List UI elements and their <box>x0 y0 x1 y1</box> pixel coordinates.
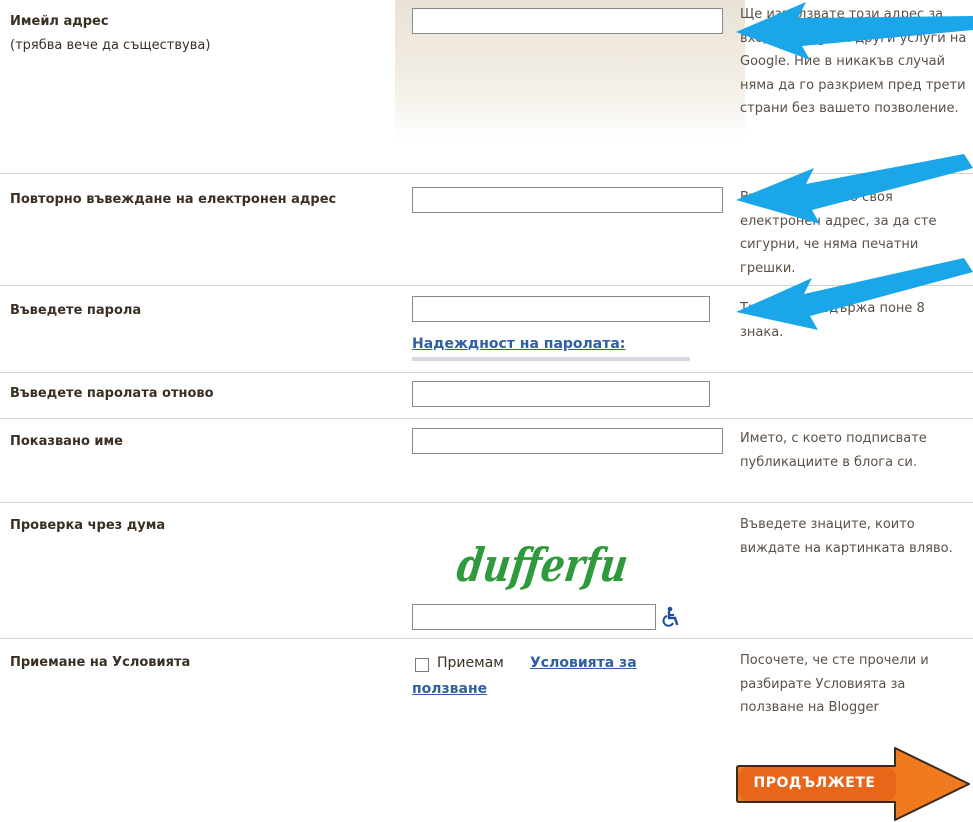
password-confirm-label: Въведете паролата отново <box>10 386 214 401</box>
password-confirm-field[interactable] <box>412 381 710 407</box>
display-name-help: Името, с което подписвате публикациите в… <box>740 431 927 470</box>
terms-label: Приемане на Условията <box>10 655 191 670</box>
terms-link-line2[interactable]: ползване <box>412 681 487 697</box>
word-verification-label: Проверка чрез дума <box>10 518 166 533</box>
password-field[interactable] <box>412 296 710 322</box>
word-verification-help: Въведете знаците, които виждате на карти… <box>740 517 953 556</box>
wheelchair-icon[interactable] <box>661 606 681 628</box>
annotation-arrow-icon <box>736 2 973 60</box>
annotation-arrow-icon <box>736 258 973 330</box>
display-name-label: Показвано име <box>10 434 123 449</box>
divider <box>0 502 973 503</box>
email-field[interactable] <box>412 8 723 34</box>
email-label: Имейл адрес <box>10 14 109 29</box>
email-confirm-field[interactable] <box>412 187 723 213</box>
email-confirm-label: Повторно въвеждане на електронен адрес <box>10 192 337 207</box>
password-label: Въведете парола <box>10 303 142 318</box>
terms-help: Посочете, че сте прочели и разбирате Усл… <box>740 653 929 715</box>
annotation-arrow-icon <box>736 154 973 224</box>
terms-link-continued[interactable]: ползване <box>412 681 487 697</box>
terms-checkbox[interactable] <box>415 658 429 672</box>
continue-button-label[interactable]: ПРОДЪЛЖЕТЕ <box>737 767 892 799</box>
terms-link[interactable]: Условията за <box>530 655 637 671</box>
password-strength-bar <box>412 357 690 361</box>
captcha-input[interactable] <box>412 604 656 630</box>
divider <box>0 638 973 639</box>
terms-checkbox-text: Приемам <box>437 655 504 671</box>
terms-link-line1[interactable]: Условията за <box>530 655 637 671</box>
captcha-text: dufferfu <box>455 538 631 592</box>
password-strength-link[interactable]: Надеждност на паролата: <box>412 336 625 352</box>
captcha-image: dufferfu <box>455 538 631 592</box>
display-name-field[interactable] <box>412 428 723 454</box>
divider <box>0 418 973 419</box>
divider <box>0 372 973 373</box>
email-sublabel: (трябва вече да съществува) <box>10 38 211 53</box>
